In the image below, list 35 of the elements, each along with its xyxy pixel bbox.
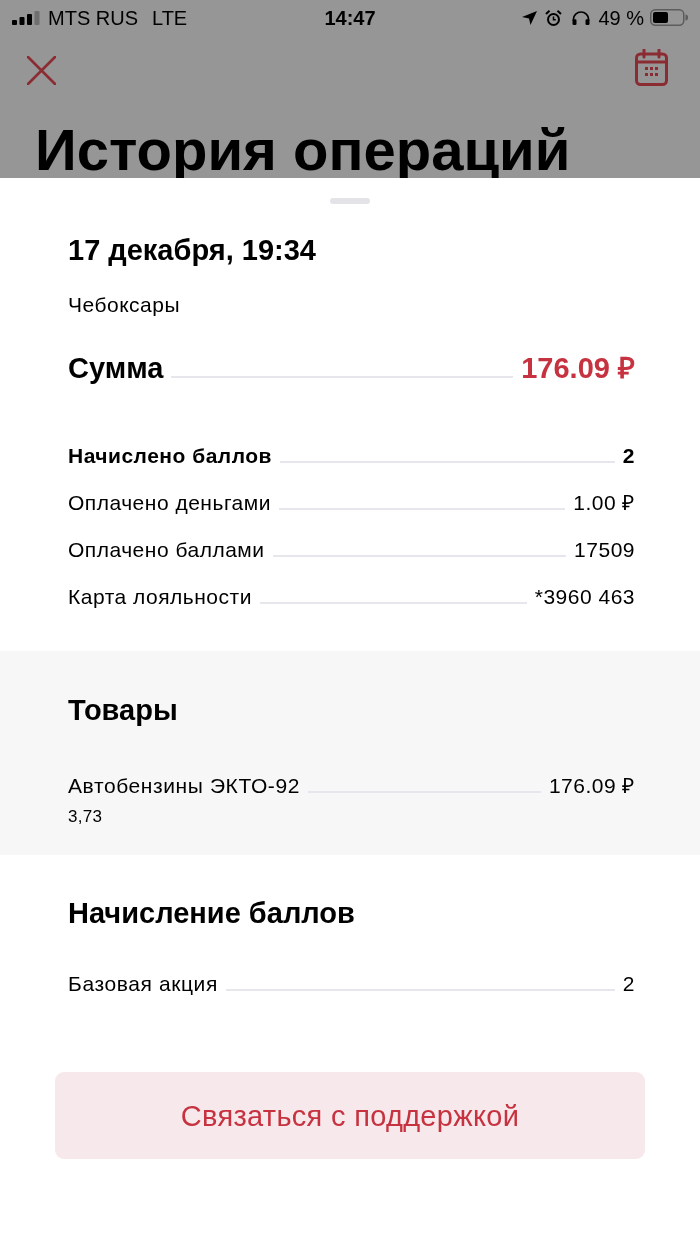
carrier-name: MTS RUS [48, 5, 138, 30]
bonus-label: Базовая акция [68, 971, 218, 997]
drag-handle[interactable] [330, 198, 370, 204]
page-title: История операций [35, 122, 572, 178]
total-label: Сумма [68, 351, 164, 385]
network-type: LTE [152, 5, 188, 30]
product-quantity: 3,73 [68, 807, 103, 827]
calendar-button[interactable] [635, 48, 668, 86]
section-heading: Начисление баллов [68, 896, 356, 930]
support-button[interactable]: Связаться с поддержкой [55, 1072, 645, 1159]
location-arrow-icon [522, 10, 538, 25]
alarm-clock-icon [545, 9, 563, 26]
detail-label: Начислено баллов [68, 442, 272, 469]
product-name: Автобензины ЭКТО-92 [68, 773, 300, 799]
battery-icon [650, 9, 688, 27]
headphones-icon [572, 10, 591, 25]
bonus-value: 2 [622, 971, 635, 997]
section-heading: Товары [68, 693, 179, 727]
detail-value: 17509 [574, 536, 635, 563]
signal-icon [12, 10, 40, 25]
product-price: 176.09 ₽ [548, 773, 635, 799]
operation-city: Чебоксары [68, 292, 182, 318]
battery-percentage: 49 % [598, 5, 644, 30]
detail-label: Оплачено деньгами [68, 489, 271, 516]
detail-label: Оплачено баллами [68, 536, 265, 563]
detail-value: *3960 463 [534, 583, 635, 610]
close-button[interactable] [27, 55, 56, 85]
detail-value: 1.00 ₽ [573, 489, 635, 516]
detail-label: Карта лояльности [68, 583, 252, 610]
total-amount: 176.09 ₽ [521, 351, 635, 385]
clock-time: 14:47 [324, 5, 376, 30]
calendar-icon [635, 48, 668, 86]
close-icon [27, 55, 56, 85]
detail-value: 2 [622, 442, 635, 469]
operation-date: 17 декабря, 19:34 [68, 235, 317, 265]
